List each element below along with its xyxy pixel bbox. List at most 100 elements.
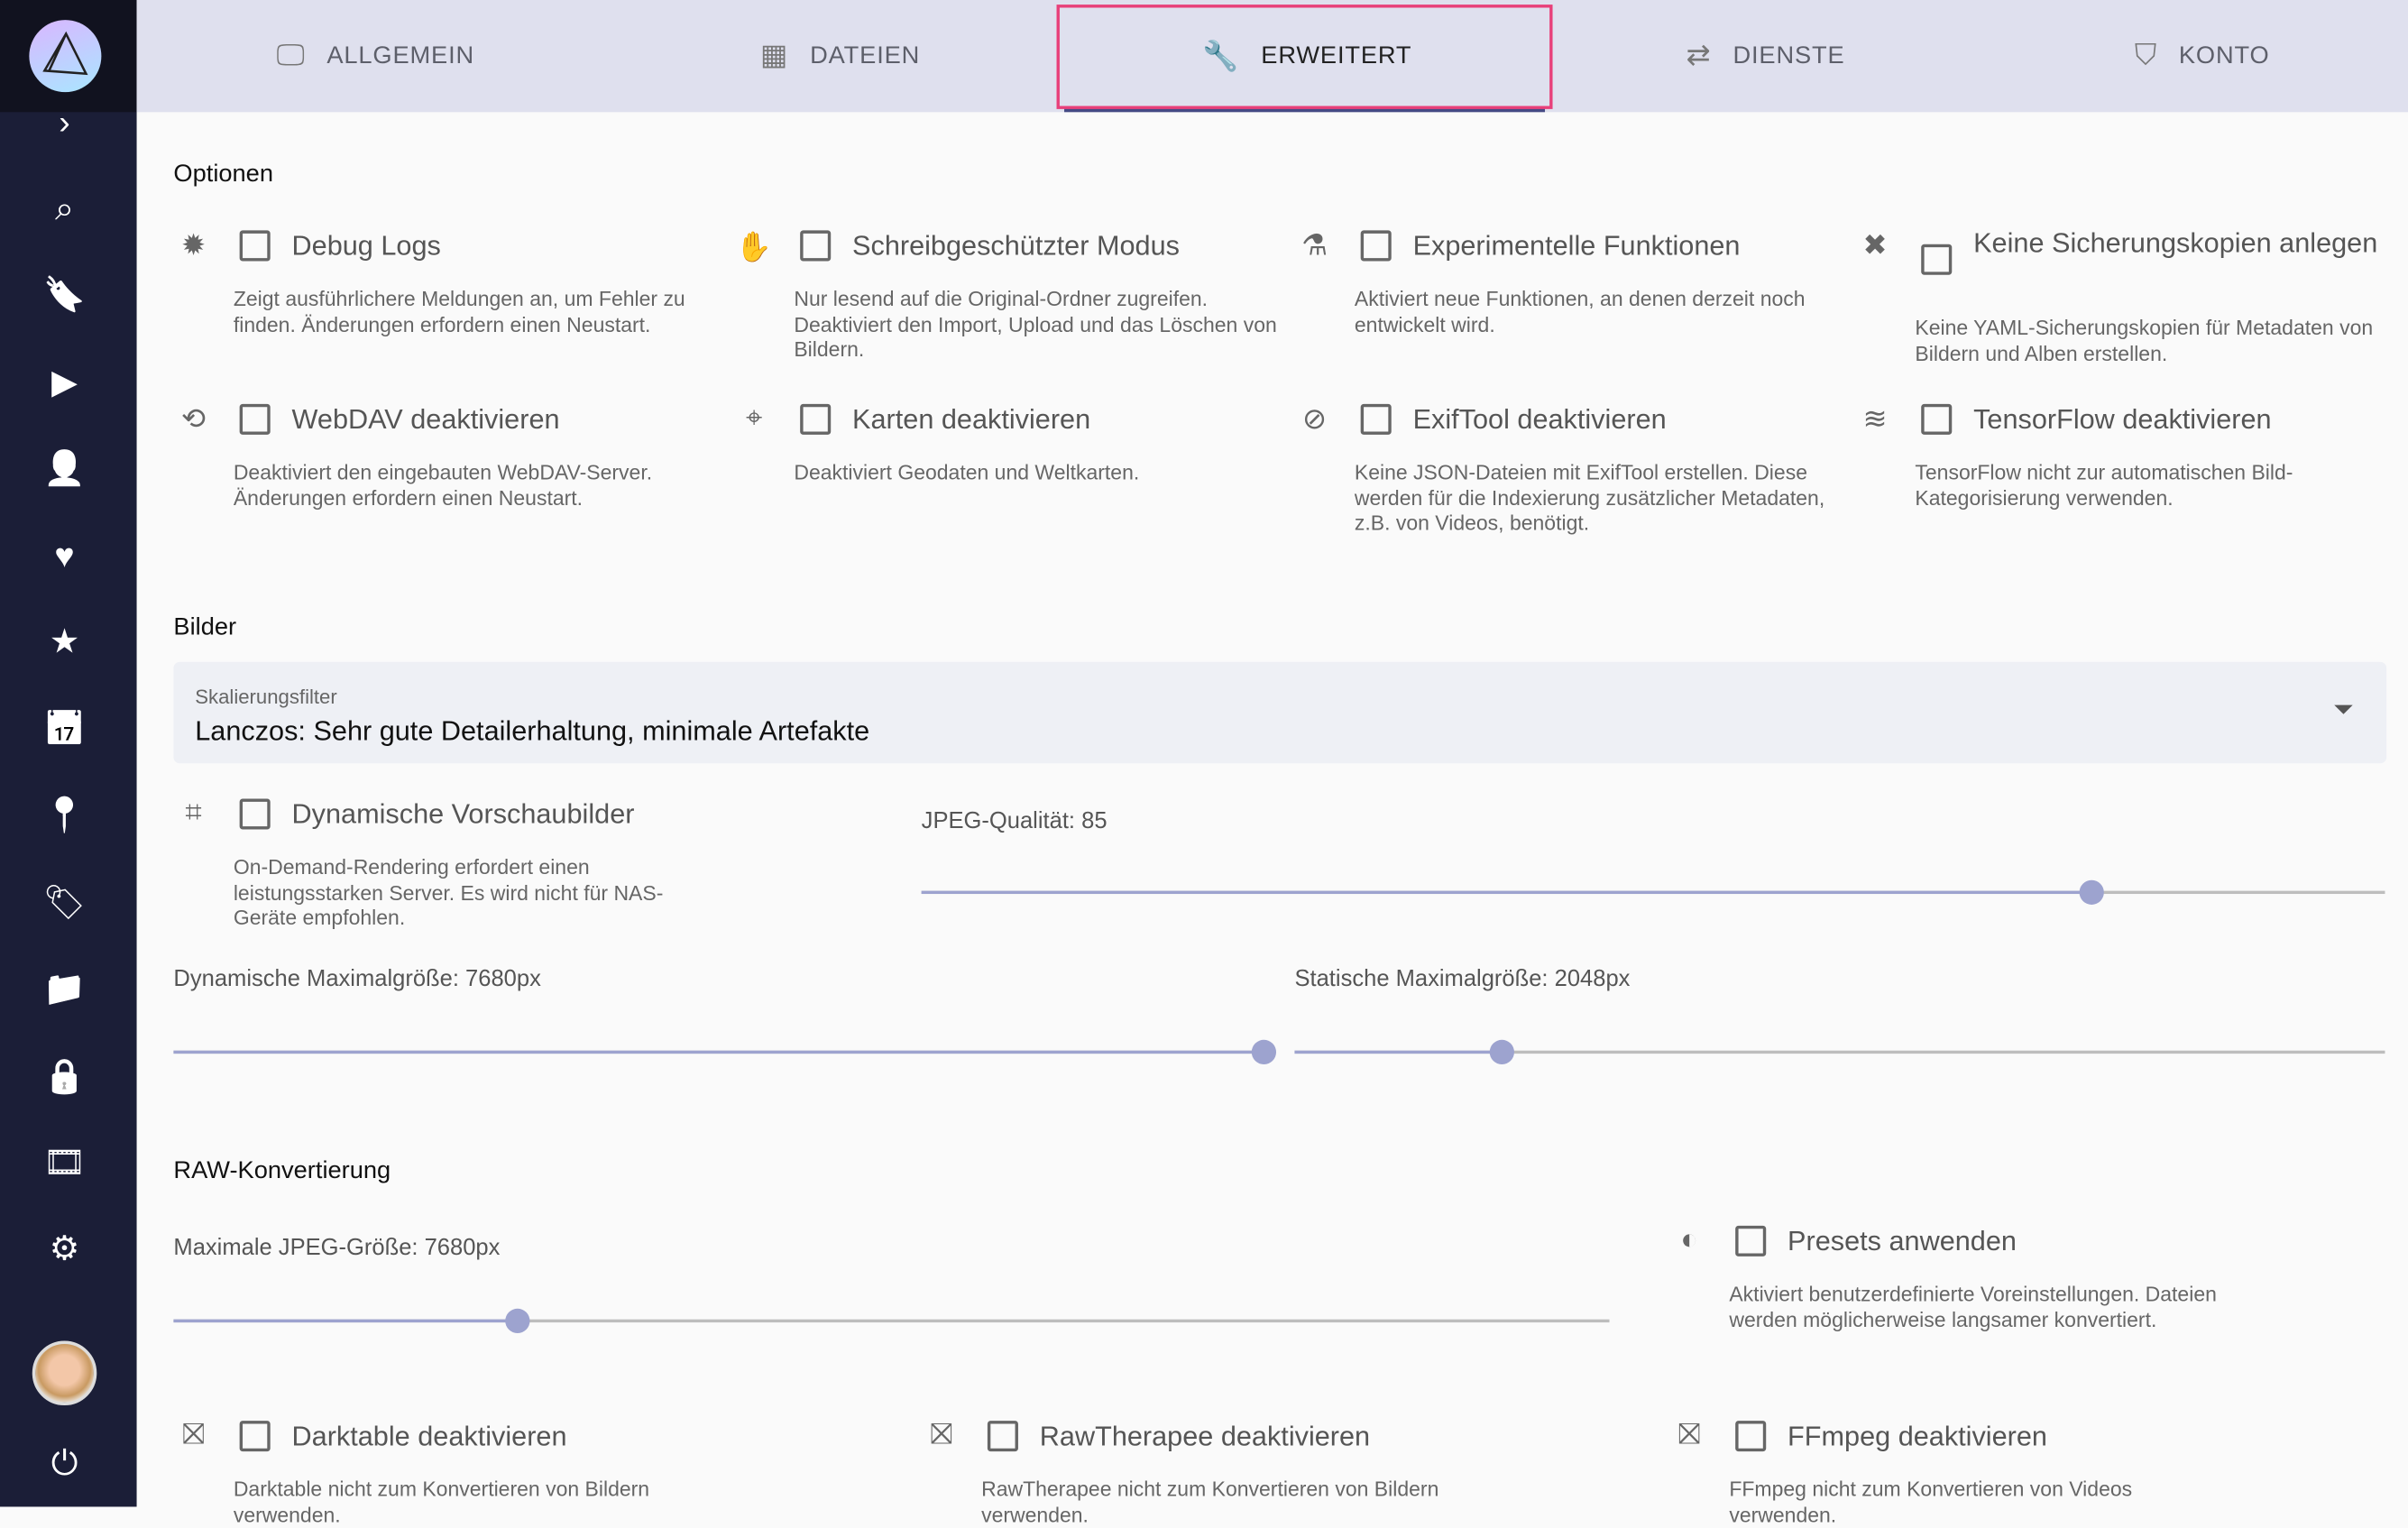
sidebar-item-logout[interactable]: ⏻ — [41, 1441, 87, 1487]
label-icon: 🏷 — [42, 883, 87, 922]
checkbox[interactable] — [239, 230, 271, 262]
option-label[interactable]: Experimentelle Funktionen — [1413, 227, 1843, 264]
sidebar-item-calendar[interactable]: 📅 — [41, 706, 87, 752]
option-description: Keine JSON-Dateien mit ExifTool erstelle… — [1354, 460, 1825, 535]
sidebar-item-private[interactable]: 🔒 — [41, 1054, 87, 1100]
option-description: Zeigt ausführlichere Meldungen an, um Fe… — [233, 287, 685, 336]
tab-label: DIENSTE — [1732, 41, 1845, 69]
jpeg-quality-slider[interactable] — [921, 879, 2385, 905]
heart-icon: ♥ — [54, 536, 75, 575]
sidebar-item-people[interactable]: 👤 — [41, 446, 87, 492]
option-label[interactable]: RawTherapee deaktivieren — [1040, 1418, 1470, 1455]
option-label[interactable]: Karten deaktivieren — [852, 400, 1282, 437]
option-description: Aktiviert neue Funktionen, an denen derz… — [1354, 287, 1806, 336]
sidebar-item-library[interactable]: 🎞 — [41, 1139, 87, 1185]
play-icon: ▶ — [51, 362, 78, 401]
raw-jpeg-max-size-slider[interactable] — [173, 1308, 1610, 1334]
checkbox[interactable] — [239, 403, 271, 435]
slider-fill — [173, 1319, 519, 1323]
option-label[interactable]: WebDAV deaktivieren — [292, 400, 722, 437]
image-off-icon: ⛝ — [930, 1419, 953, 1452]
swap-icon: ⇄ — [1686, 40, 1712, 73]
slider-fill — [921, 890, 2092, 895]
tab-allgemein[interactable]: 🖵 ALLGEMEIN — [277, 0, 475, 112]
option-description: TensorFlow nicht zur automatischen Bild-… — [1915, 460, 2293, 510]
option-label[interactable]: Presets anwenden — [1788, 1222, 2218, 1259]
bookmark-icon: 🔖 — [43, 274, 86, 314]
app-logo[interactable] — [29, 20, 102, 93]
sidebar-item-folders[interactable]: 📁 — [41, 966, 87, 1012]
sidebar-item-play[interactable]: ▶ — [41, 359, 87, 405]
slider-thumb[interactable] — [1251, 1039, 1276, 1065]
dynamic-max-size-label: Dynamische Maximalgröße: 7680px — [173, 966, 541, 993]
tab-erweitert[interactable]: 🔧 ERWEITERT — [1202, 0, 1411, 112]
tab-dienste[interactable]: ⇄ DIENSTE — [1687, 0, 1845, 112]
checkbox[interactable] — [800, 230, 832, 262]
slider-thumb[interactable] — [505, 1308, 531, 1334]
layers-off-icon: ≋ — [1862, 403, 1888, 437]
checkbox[interactable] — [1735, 1225, 1767, 1256]
flask-icon: ⚗ — [1301, 230, 1328, 263]
sidebar-item-places[interactable]: 📍 — [41, 793, 87, 839]
image-off-icon: ⛝ — [182, 1419, 205, 1452]
checkbox[interactable] — [1921, 244, 1953, 275]
option-label[interactable]: Darktable deaktivieren — [292, 1418, 722, 1455]
option-label[interactable]: TensorFlow deaktivieren — [1973, 400, 2403, 437]
map-marker-off-icon: ⌖ — [745, 402, 763, 435]
film-icon: ▦ — [759, 40, 789, 73]
tab-label: ALLGEMEIN — [326, 41, 475, 69]
option-label[interactable]: Keine Sicherungskopien anlegen — [1973, 225, 2403, 262]
slider-fill — [1294, 1050, 1503, 1054]
option-label[interactable]: ExifTool deaktivieren — [1413, 400, 1843, 437]
checkbox[interactable] — [239, 798, 271, 830]
slider-fill — [173, 1050, 1264, 1054]
sidebar-item-starred[interactable]: ★ — [41, 619, 87, 665]
sidebar-item-bookmark[interactable]: 🔖 — [41, 272, 87, 318]
sidebar-item-avatar[interactable] — [32, 1340, 97, 1406]
person-icon: 👤 — [43, 448, 86, 487]
sidebar-item-settings[interactable]: ⚙ — [41, 1226, 87, 1272]
checkbox[interactable] — [1360, 230, 1392, 262]
sidebar-item-favorites[interactable]: ♥ — [41, 533, 87, 579]
option-description: Darktable nicht zum Konvertieren von Bil… — [233, 1477, 650, 1526]
checkbox[interactable] — [987, 1421, 1018, 1452]
select-value: Lanczos: Sehr gute Detailerhaltung, mini… — [195, 715, 870, 747]
slider-thumb[interactable] — [2080, 879, 2105, 905]
tab-dateien[interactable]: ▦ DATEIEN — [760, 0, 920, 112]
section-title-raw: RAW-Konvertierung — [173, 1157, 391, 1184]
checkbox[interactable] — [800, 403, 832, 435]
chip-icon: ⌗ — [185, 796, 202, 830]
film-icon: 🎞 — [42, 1142, 87, 1182]
bug-icon: ✹ — [180, 230, 207, 263]
tab-label: DATEIEN — [810, 41, 921, 69]
option-label[interactable]: Dynamische Vorschaubilder — [292, 796, 722, 833]
checkbox[interactable] — [1921, 403, 1953, 435]
wrench-icon: 🔧 — [1202, 41, 1240, 73]
shield-account-icon: ⛉ — [2134, 39, 2158, 72]
checkbox[interactable] — [1360, 403, 1392, 435]
option-description: Deaktiviert den eingebauten WebDAV-Serve… — [233, 460, 653, 510]
option-label[interactable]: Debug Logs — [292, 227, 722, 264]
scaling-filter-select[interactable]: Skalierungsfilter Lanczos: Sehr gute Det… — [173, 661, 2387, 764]
checkbox[interactable] — [1735, 1421, 1767, 1452]
lock-icon: 🔒 — [43, 1056, 86, 1096]
chevron-down-icon — [2334, 704, 2353, 714]
chevron-right-icon: › — [59, 103, 70, 142]
static-max-size-slider[interactable] — [1294, 1039, 2385, 1065]
checkbox[interactable] — [239, 1421, 271, 1452]
sidebar-item-expand[interactable]: › — [41, 100, 87, 146]
power-icon: ⏻ — [51, 1443, 78, 1483]
section-title-images: Bilder — [173, 614, 237, 641]
sidebar-item-labels[interactable]: 🏷 — [41, 880, 87, 926]
option-label[interactable]: Schreibgeschützter Modus — [852, 227, 1282, 264]
option-label[interactable]: FFmpeg deaktivieren — [1788, 1418, 2218, 1455]
sync-off-icon: ⟲ — [180, 403, 207, 437]
option-description: Keine YAML-Sicherungskopien für Metadate… — [1915, 316, 2374, 365]
search-icon: ⌕ — [55, 189, 75, 228]
slider-thumb[interactable] — [1489, 1039, 1514, 1065]
dynamic-max-size-slider[interactable] — [173, 1039, 1276, 1065]
sidebar-item-search[interactable]: ⌕ — [41, 186, 87, 232]
tab-label: KONTO — [2178, 41, 2270, 69]
folder-icon: 📁 — [43, 969, 86, 1008]
tab-konto[interactable]: ⛉ KONTO — [2135, 0, 2270, 112]
